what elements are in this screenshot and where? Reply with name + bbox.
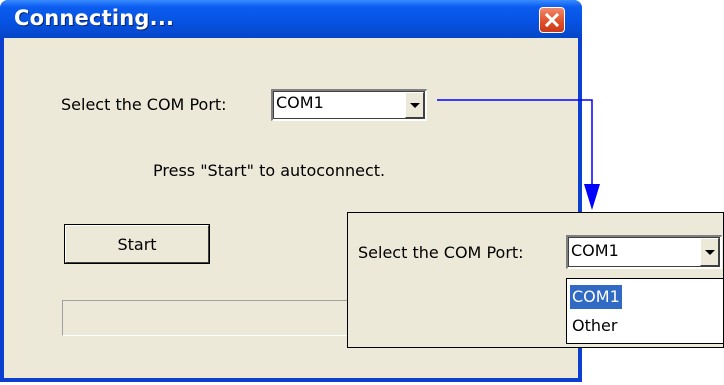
- option-other[interactable]: Other: [570, 314, 619, 338]
- com-port-options-list: COM1 Other: [566, 278, 724, 344]
- option-com1[interactable]: COM1: [570, 285, 622, 309]
- callout-com-port-select[interactable]: COM1: [566, 235, 722, 269]
- arrow-head-icon: [584, 184, 600, 210]
- callout-com-port-value: COM1: [571, 241, 619, 260]
- callout-dropdown-button[interactable]: [700, 238, 719, 266]
- chevron-down-icon: [704, 249, 715, 255]
- callout-com-port-label: Select the COM Port:: [358, 243, 524, 262]
